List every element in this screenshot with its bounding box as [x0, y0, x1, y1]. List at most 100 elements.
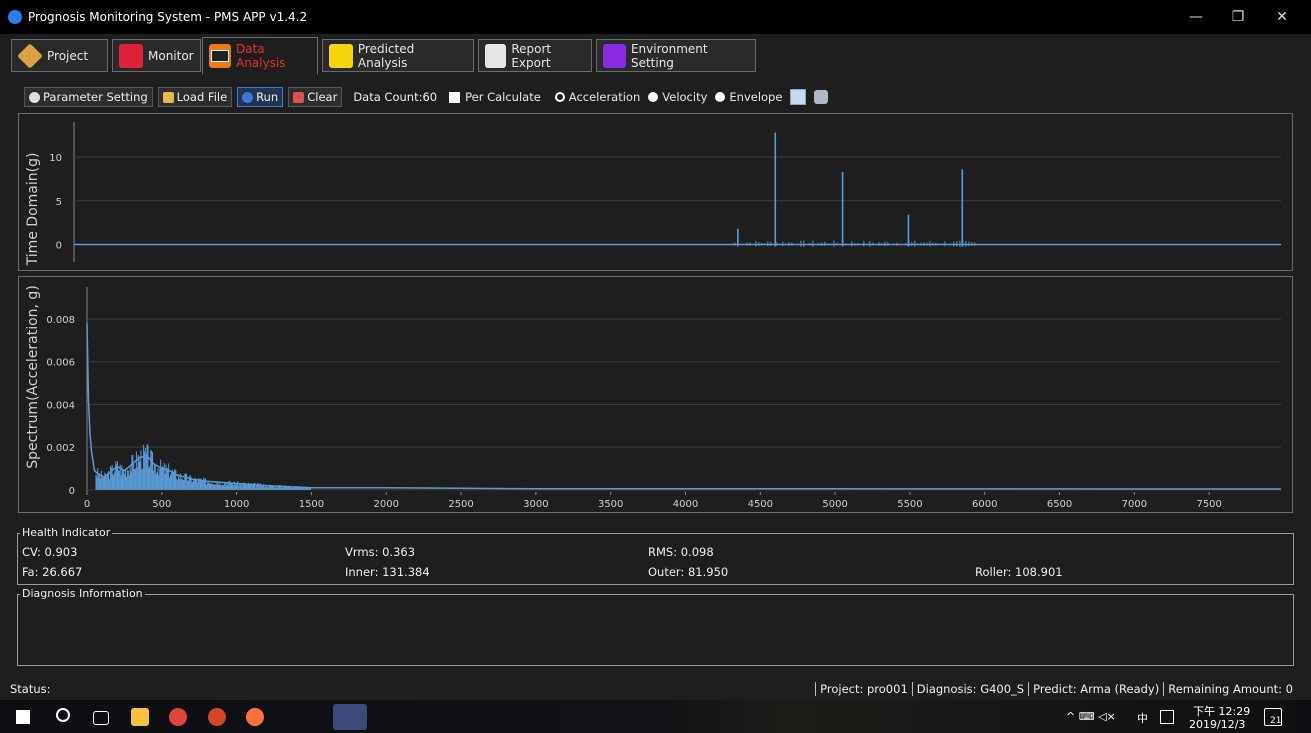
window-title: Prognosis Monitoring System - PMS APP v1… [28, 10, 308, 24]
vrms-value: Vrms: 0.363 [345, 545, 416, 559]
taskbar: ^ ⌨ ◁× 中 下午 12:29 2019/12/3 21 [0, 700, 1311, 733]
time-domain-y-tick: 10 [49, 153, 62, 164]
spectrum-x-tick: 5000 [822, 499, 847, 510]
oscilloscope-icon [209, 44, 231, 68]
status-right: Project: pro001 Diagnosis: G400_S Predic… [815, 682, 1297, 696]
envelope-label: Envelope [729, 90, 783, 104]
spectrum-x-tick: 500 [152, 499, 171, 510]
minimize-button[interactable]: — [1176, 5, 1216, 29]
spectrum-y-tick: 0.006 [46, 358, 75, 369]
time-domain-y-tick: 0 [56, 241, 62, 252]
spectrum-x-tick: 6500 [1047, 499, 1072, 510]
spectrum-x-tick: 7500 [1196, 499, 1221, 510]
eraser-icon [293, 91, 305, 103]
spectrum-x-tick: 2000 [374, 499, 399, 510]
acceleration-radio[interactable] [554, 92, 565, 102]
health-indicator-legend: Health Indicator [20, 526, 113, 539]
roller-value: Roller: 108.901 [975, 565, 1063, 579]
spectrum-x-tick: 3500 [598, 499, 623, 510]
acceleration-label: Acceleration [568, 90, 641, 104]
status-label: Status: [10, 682, 51, 696]
spectrum-x-tick: 3000 [523, 499, 548, 510]
envelope-radio[interactable] [715, 92, 726, 102]
tab-monitor[interactable]: Monitor [112, 39, 201, 72]
velocity-label: Velocity [662, 90, 708, 104]
spectrum-x-tick: 1500 [299, 499, 324, 510]
table-icon[interactable] [790, 89, 807, 105]
powerpoint-icon[interactable] [208, 708, 226, 726]
spectrum-x-tick: 1000 [224, 499, 249, 510]
cv-value: CV: 0.903 [22, 545, 78, 559]
velocity-radio[interactable] [648, 92, 659, 102]
spectrum-y-tick: 0.008 [46, 315, 75, 326]
restore-button[interactable]: ❐ [1218, 5, 1258, 29]
time-domain-y-tick: 5 [56, 197, 62, 208]
clock-time[interactable]: 下午 12:29 [1193, 703, 1250, 719]
per-calculate-label: Per Calculate [465, 90, 541, 104]
parameter-setting-button[interactable]: Parameter Setting [24, 87, 153, 107]
load-file-button[interactable]: Load File [157, 87, 233, 107]
time-domain-svg: Time Domain(g) 0 5 10 [25, 122, 1281, 267]
spectrum-y-tick: 0.004 [46, 400, 75, 411]
time-domain-chart: Time Domain(g) 0 5 10 [18, 113, 1293, 271]
tag-icon [17, 42, 43, 69]
export-chart-icon[interactable] [814, 90, 829, 104]
spectrum-x-tick: 4500 [748, 499, 773, 510]
spectrum-y-tick: 0 [69, 486, 75, 497]
spectrum-y-tick: 0.002 [46, 443, 75, 454]
status-remaining: Remaining Amount: 0 [1163, 682, 1297, 696]
app-icon [8, 10, 22, 24]
clock-date[interactable]: 2019/12/3 [1189, 718, 1245, 731]
title-bar: Prognosis Monitoring System - PMS APP v1… [0, 0, 1311, 34]
tab-report-export[interactable]: Report Export [478, 39, 592, 72]
windows-start-icon[interactable] [16, 710, 30, 724]
spectrum-x-tick: 4000 [673, 499, 698, 510]
rms-value: RMS: 0.098 [648, 545, 714, 559]
clear-button[interactable]: Clear [288, 87, 343, 107]
input-mode-icon[interactable] [1160, 710, 1174, 724]
analysis-toolbar: Parameter Setting Load File Run Clear Da… [8, 86, 1303, 108]
task-view-icon[interactable] [93, 711, 109, 725]
close-button[interactable]: ✕ [1262, 5, 1302, 29]
run-button[interactable]: Run [237, 87, 284, 107]
data-count-label: Data Count:60 [353, 90, 438, 104]
spectrum-x-tick: 2500 [448, 499, 473, 510]
notification-count: 21 [1270, 716, 1282, 726]
status-predict: Predict: Arma (Ready) [1028, 682, 1163, 696]
tab-environment-setting[interactable]: Environment Setting [596, 39, 756, 72]
spectrum-chart: Spectrum(Acceleration, g) 0 0.002 0.004 0.0… [18, 276, 1293, 513]
status-bar: Status: Project: pro001 Diagnosis: G400_… [0, 679, 1311, 699]
system-tray[interactable]: ^ ⌨ ◁× [1066, 710, 1116, 723]
spectrum-x-tick: 7000 [1122, 499, 1147, 510]
settings-icon [603, 43, 626, 68]
bar-chart-icon [329, 43, 353, 68]
spectrum-series [86, 323, 1282, 490]
tab-project[interactable]: Project [11, 39, 108, 72]
diagnosis-information-group: Diagnosis Information [17, 587, 1294, 666]
tab-predicted-analysis[interactable]: Predicted Analysis [322, 39, 474, 72]
status-diagnosis: Diagnosis: G400_S [911, 682, 1028, 696]
printer-icon [485, 43, 507, 68]
spectrum-x-tick: 5500 [897, 499, 922, 510]
search-icon[interactable] [56, 708, 70, 722]
gear-icon [29, 91, 40, 103]
diagnosis-information-legend: Diagnosis Information [20, 587, 145, 600]
chrome-icon[interactable] [169, 708, 187, 726]
pms-app-icon[interactable] [333, 704, 367, 730]
status-project: Project: pro001 [815, 682, 912, 696]
folder-icon [162, 91, 174, 103]
monitor-chart-icon [119, 43, 143, 68]
outer-value: Outer: 81.950 [648, 565, 729, 579]
firefox-icon[interactable] [246, 708, 264, 726]
spectrum-ylabel: Spectrum(Acceleration, g) [25, 285, 41, 469]
file-explorer-icon[interactable] [131, 708, 149, 726]
fa-value: Fa: 26.667 [22, 565, 83, 579]
ime-indicator[interactable]: 中 [1137, 710, 1148, 726]
health-indicator-group: Health Indicator CV: 0.903 Vrms: 0.363 R… [17, 526, 1294, 585]
spectrum-x-tick: 0 [84, 499, 90, 510]
time-domain-ylabel: Time Domain(g) [25, 153, 41, 267]
tab-data-analysis[interactable]: Data Analysis [202, 37, 318, 74]
per-calculate-checkbox[interactable] [449, 91, 461, 103]
play-icon [242, 91, 254, 103]
spectrum-x-tick: 6000 [972, 499, 997, 510]
